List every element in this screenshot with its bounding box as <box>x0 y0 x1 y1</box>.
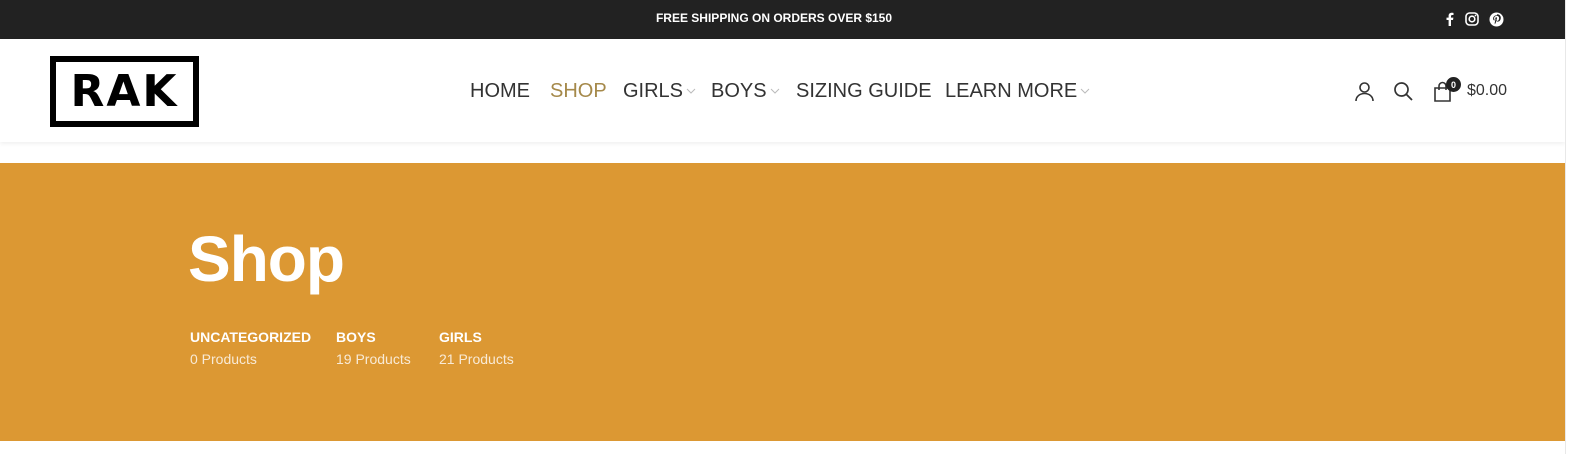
instagram-icon[interactable] <box>1465 11 1479 27</box>
pinterest-icon[interactable] <box>1489 11 1504 27</box>
nav-home[interactable]: HOME <box>470 79 530 103</box>
site-logo[interactable]: RAK <box>50 56 199 127</box>
category-name: GIRLS <box>439 329 482 345</box>
category-count: 21 Products <box>439 351 514 367</box>
search-icon[interactable] <box>1393 81 1414 107</box>
chevron-down-icon <box>1080 88 1090 94</box>
nav-sizing-guide[interactable]: SIZING GUIDE <box>796 79 932 103</box>
nav-learn-more-label: LEARN MORE <box>945 80 1078 102</box>
category-girls[interactable]: GIRLS 21 Products <box>439 328 514 368</box>
shop-hero-banner: Shop UNCATEGORIZED 0 Products BOYS 19 Pr… <box>0 163 1565 441</box>
user-icon[interactable] <box>1354 81 1375 107</box>
logo-text: RAK <box>70 65 179 117</box>
nav-girls[interactable]: GIRLS <box>623 79 696 103</box>
category-name: BOYS <box>336 329 376 345</box>
page-title: Shop <box>188 223 345 295</box>
chevron-down-icon <box>770 88 779 94</box>
facebook-icon[interactable] <box>1445 11 1454 27</box>
category-uncategorized[interactable]: UNCATEGORIZED 0 Products <box>190 328 311 368</box>
nav-shop[interactable]: SHOP <box>550 79 607 103</box>
shipping-promo-text: FREE SHIPPING ON ORDERS OVER $150 <box>655 11 893 25</box>
nav-boys-label: BOYS <box>711 80 767 102</box>
nav-home-label: HOME <box>470 80 530 102</box>
top-bar: FREE SHIPPING ON ORDERS OVER $150 <box>0 0 1565 39</box>
nav-girls-label: GIRLS <box>623 80 684 102</box>
category-count: 0 Products <box>190 351 257 367</box>
category-boys[interactable]: BOYS 19 Products <box>336 328 411 368</box>
nav-shop-label: SHOP <box>550 80 607 102</box>
scrollbar-track[interactable] <box>1565 0 1583 454</box>
cart-total[interactable]: $0.00 <box>1467 82 1507 100</box>
cart-count-badge: 0 <box>1446 77 1461 92</box>
category-count: 19 Products <box>336 351 411 367</box>
nav-learn-more[interactable]: LEARN MORE <box>945 79 1090 103</box>
category-name: UNCATEGORIZED <box>190 329 312 345</box>
nav-sizing-guide-label: SIZING GUIDE <box>796 80 932 102</box>
nav-boys[interactable]: BOYS <box>711 79 780 103</box>
site-header: RAK HOME SHOP GIRLS BOYS SIZING GUIDE LE… <box>0 39 1565 142</box>
chevron-down-icon <box>686 88 696 94</box>
